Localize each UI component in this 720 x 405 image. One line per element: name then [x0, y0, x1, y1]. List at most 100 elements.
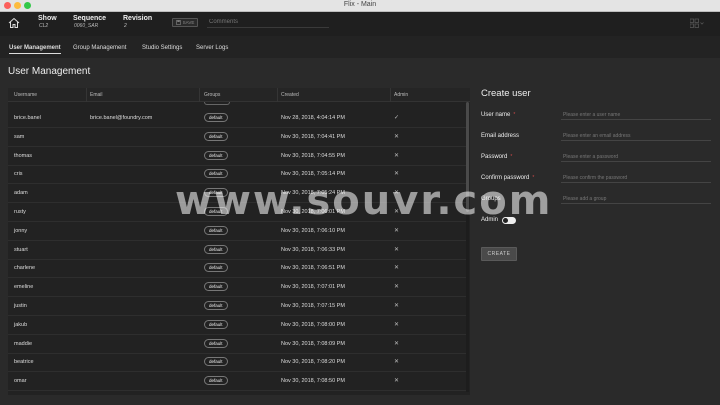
group-chip[interactable]: default	[204, 150, 228, 160]
created-cell: Nov 30, 2018, 7:06:51 PM	[281, 265, 345, 272]
created-cell: Nov 30, 2018, 7:05:14 PM	[281, 171, 345, 178]
cross-icon: ✕	[394, 227, 400, 234]
group-chip[interactable]: default	[204, 319, 228, 329]
cross-icon: ✕	[394, 133, 400, 140]
create-button[interactable]: CREATE	[481, 247, 517, 261]
revision-value: 2	[124, 23, 127, 29]
username-cell: maddie	[14, 340, 33, 347]
grid-menu-icon[interactable]	[690, 18, 704, 28]
window-titlebar: Flix - Main	[0, 0, 720, 12]
created-cell: Nov 30, 2018, 7:08:50 PM	[281, 378, 345, 385]
created-cell: Nov 30, 2018, 7:08:00 PM	[281, 321, 345, 328]
tab-group-management[interactable]: Group Management	[73, 45, 126, 51]
table-scrollbar[interactable]	[466, 102, 469, 392]
cross-icon: ✕	[394, 152, 400, 159]
username-cell: brice.banel	[14, 115, 41, 121]
table-row[interactable]: thomas Nov 30, 2018, 7:04:55 PM default ✕	[8, 147, 466, 166]
cross-icon: ✕	[394, 359, 400, 366]
group-chip[interactable]: default	[204, 338, 228, 348]
username-cell: thomas	[14, 152, 33, 159]
table-row[interactable]: jonny Nov 30, 2018, 7:06:10 PM default ✕	[8, 222, 466, 241]
show-value: CL2	[39, 23, 49, 29]
tab-studio-settings[interactable]: Studio Settings	[142, 45, 182, 51]
table-row[interactable]: maddie Nov 30, 2018, 7:08:09 PM default ✕	[8, 335, 466, 354]
table-row[interactable]: justin Nov 30, 2018, 7:07:15 PM default ✕	[8, 297, 466, 316]
app-header: Show CL2 Sequence 0060_SAR Revision 2 SA…	[0, 12, 720, 36]
required-mark: *	[510, 154, 513, 160]
group-chip[interactable]: default	[204, 244, 228, 254]
table-row[interactable]: brice.banel brice.banel@foundry.com Nov 28…	[8, 109, 466, 128]
tab-server-logs[interactable]: Server Logs	[196, 45, 228, 51]
group-chip[interactable]: default	[204, 131, 228, 141]
home-icon[interactable]	[6, 15, 22, 31]
username-cell: justin	[14, 303, 27, 309]
tab-user-management[interactable]: User Management	[9, 45, 61, 54]
cross-icon: ✕	[394, 171, 400, 178]
column-header-admin[interactable]: Admin	[394, 92, 408, 98]
username-cell: omar	[14, 378, 27, 385]
column-header-email[interactable]: Email	[90, 92, 103, 98]
username-cell: emeline	[14, 284, 34, 291]
username-cell: cris	[14, 171, 23, 178]
save-button[interactable]: SAVE	[172, 18, 198, 27]
username-cell: adam	[14, 190, 28, 197]
created-cell: Nov 28, 2018, 4:04:14 PM	[281, 115, 345, 121]
table-row[interactable]: charlene Nov 30, 2018, 7:06:51 PM default ✕	[8, 259, 466, 279]
created-cell: Nov 30, 2018, 7:04:41 PM	[281, 133, 345, 140]
show-info[interactable]: Show CL2	[38, 15, 57, 29]
sequence-info[interactable]: Sequence 0060_SAR	[73, 15, 106, 29]
column-divider[interactable]	[86, 88, 87, 102]
group-chip[interactable]: default	[204, 282, 228, 292]
groups-field[interactable]	[561, 194, 711, 204]
confirm-password-field[interactable]	[561, 173, 711, 183]
created-cell: Nov 30, 2018, 7:06:33 PM	[281, 246, 345, 253]
email-cell: brice.banel@foundry.com	[90, 115, 153, 121]
column-header-created[interactable]: Created	[281, 92, 299, 98]
username-cell: sam	[14, 133, 25, 140]
sequence-label: Sequence	[73, 15, 107, 22]
username-cell: beatrice	[14, 359, 34, 366]
cross-icon: ✕	[394, 284, 400, 291]
email-field[interactable]	[561, 131, 711, 141]
group-chip[interactable]: default	[204, 263, 228, 273]
column-header-username[interactable]: Username	[14, 92, 37, 98]
table-row[interactable]: beatrice Nov 30, 2018, 7:08:20 PM default ✕	[8, 353, 466, 373]
table-row[interactable]: stuart Nov 30, 2018, 7:06:33 PM default ✕	[8, 241, 466, 260]
password-field[interactable]	[561, 152, 711, 162]
save-button-label: SAVE	[182, 20, 195, 25]
cross-icon: ✕	[394, 321, 400, 328]
table-row[interactable]: emeline Nov 30, 2018, 7:07:01 PM default ✕	[8, 278, 466, 298]
username-field[interactable]	[561, 110, 711, 120]
comments-input[interactable]	[207, 17, 329, 28]
table-row[interactable]: sam Nov 30, 2018, 7:04:41 PM default ✕	[8, 128, 466, 147]
group-chip-partial	[204, 102, 230, 105]
table-row[interactable]: omar Nov 30, 2018, 7:08:50 PM default ✕	[8, 372, 466, 392]
column-divider[interactable]	[277, 88, 278, 102]
username-cell: stuart	[14, 246, 28, 253]
create-user-title: Create user	[481, 88, 531, 99]
column-divider[interactable]	[390, 88, 391, 102]
column-divider[interactable]	[199, 88, 200, 102]
users-table: Username Email Groups Created Admin bric…	[8, 88, 470, 395]
created-cell: Nov 30, 2018, 7:07:01 PM	[281, 284, 345, 291]
sequence-value: 0060_SAR	[74, 23, 99, 29]
group-chip[interactable]: default	[204, 225, 228, 235]
username-cell: jakub	[14, 321, 28, 328]
table-header: Username Email Groups Created Admin	[8, 88, 470, 102]
table-row[interactable]: jakub Nov 30, 2018, 7:08:00 PM default ✕	[8, 316, 466, 335]
revision-info[interactable]: Revision 2	[123, 15, 152, 29]
group-chip[interactable]: default	[204, 301, 228, 310]
email-label: Email address	[481, 133, 520, 139]
cross-icon: ✕	[394, 246, 400, 253]
created-cell: Nov 30, 2018, 7:06:10 PM	[281, 227, 345, 234]
required-mark: *	[513, 112, 516, 118]
group-chip[interactable]: default	[204, 113, 228, 122]
page-title: User Management	[8, 66, 91, 77]
cross-icon: ✕	[394, 378, 400, 385]
group-chip[interactable]: default	[204, 376, 228, 386]
username-label: User name *	[481, 112, 516, 118]
cross-icon: ✕	[394, 340, 400, 347]
column-header-groups[interactable]: Groups	[204, 92, 220, 98]
revision-label: Revision	[123, 15, 153, 22]
group-chip[interactable]: default	[204, 357, 228, 367]
